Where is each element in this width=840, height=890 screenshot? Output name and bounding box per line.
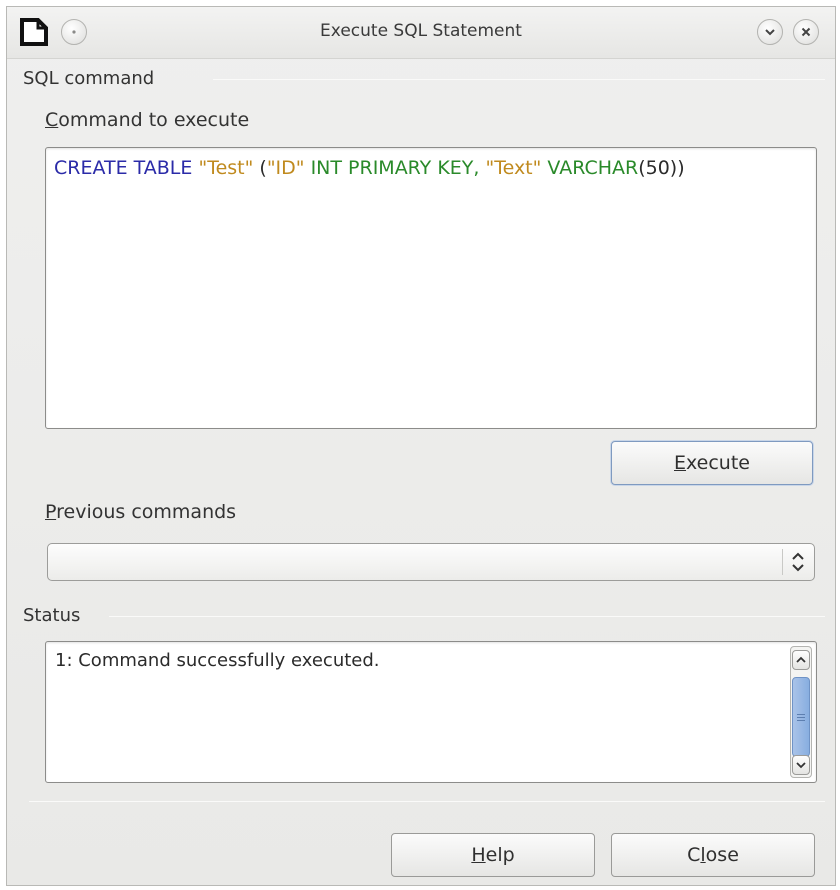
grip-icon: [797, 713, 805, 721]
footer-divider: [29, 801, 825, 802]
scroll-thumb[interactable]: [792, 677, 810, 757]
sql-type-int-pk: INT PRIMARY KEY,: [304, 157, 486, 179]
execute-mnemonic: E: [674, 452, 687, 474]
close-button[interactable]: Cl ose: [611, 833, 815, 877]
status-message: 1: Command successfully executed.: [55, 650, 380, 671]
help-label: elp: [485, 844, 515, 866]
sql-identifier-id: "ID": [266, 157, 305, 179]
title-bar[interactable]: Execute SQL Statement: [7, 7, 835, 59]
previous-label-text: revious commands: [56, 501, 237, 523]
sql-command-heading: SQL command: [23, 68, 155, 89]
up-down-arrows-icon[interactable]: [782, 549, 806, 575]
close-label-end: ose: [705, 844, 739, 866]
scroll-up-icon[interactable]: [792, 650, 810, 670]
chevron-down-icon[interactable]: [757, 19, 783, 45]
execute-button[interactable]: Execute: [611, 441, 813, 485]
command-label: Command to execute: [45, 109, 249, 131]
dialog-window: Execute SQL Statement SQL command Comman…: [6, 6, 836, 886]
previous-mnemonic: P: [45, 501, 57, 523]
status-heading: Status: [23, 605, 81, 626]
execute-label: xecute: [686, 452, 750, 474]
scroll-down-icon[interactable]: [792, 755, 810, 775]
sql-paren: (: [253, 157, 267, 179]
help-mnemonic: H: [471, 844, 486, 866]
window-title: Execute SQL Statement: [320, 21, 522, 41]
close-icon[interactable]: [793, 19, 819, 45]
close-label-start: C: [687, 844, 701, 866]
help-button[interactable]: Help: [391, 833, 595, 877]
previous-commands-select[interactable]: [47, 543, 815, 581]
sql-command-input[interactable]: CREATE TABLE "Test" ("ID" INT PRIMARY KE…: [45, 147, 817, 429]
command-label-text: ommand to execute: [58, 109, 250, 131]
status-output[interactable]: 1: Command successfully executed.: [45, 641, 817, 783]
sql-identifier-text: "Text": [485, 157, 542, 179]
status-divider: [109, 616, 825, 617]
sql-type-varchar: VARCHAR: [541, 157, 639, 179]
command-label-mnemonic: C: [45, 109, 59, 131]
sql-keyword-create-table: CREATE TABLE: [54, 157, 199, 179]
previous-commands-label: Previous commands: [45, 501, 236, 523]
sql-length: (50)): [638, 157, 685, 179]
status-scrollbar[interactable]: [790, 646, 812, 778]
sql-identifier-test: "Test": [198, 157, 254, 179]
section-divider: [213, 79, 825, 80]
